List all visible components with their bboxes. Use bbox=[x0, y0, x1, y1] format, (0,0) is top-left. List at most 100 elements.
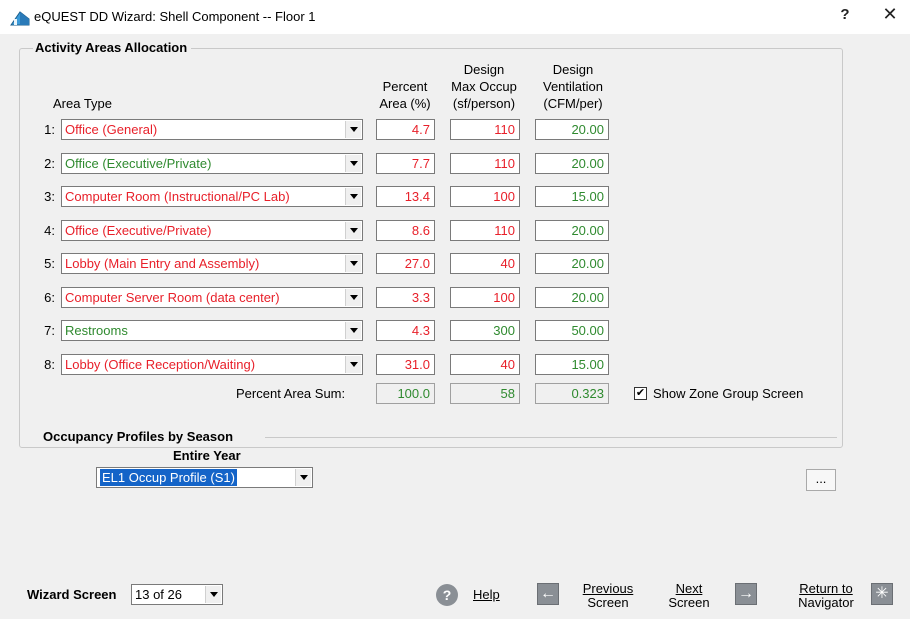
show-zone-checkbox[interactable]: ✔ bbox=[634, 387, 647, 400]
ventilation-input[interactable]: 15.00 bbox=[535, 186, 609, 207]
vent-header-line3: (CFM/per) bbox=[543, 96, 603, 111]
area-type-value: Computer Room (Instructional/PC Lab) bbox=[65, 189, 290, 204]
max-occup-input[interactable]: 40 bbox=[450, 253, 520, 274]
occupancy-group-label: Occupancy Profiles by Season bbox=[43, 429, 238, 444]
max-occup-input[interactable]: 110 bbox=[450, 220, 520, 241]
next-line2: Screen bbox=[668, 595, 710, 610]
title-bar: eQUEST DD Wizard: Shell Component -- Flo… bbox=[0, 0, 910, 34]
percent-area-input[interactable]: 3.3 bbox=[376, 287, 435, 308]
vent-header-line1: Design bbox=[552, 62, 594, 77]
chevron-down-icon[interactable] bbox=[345, 322, 361, 339]
percent-area-input[interactable]: 8.6 bbox=[376, 220, 435, 241]
percent-area-input[interactable]: 4.3 bbox=[376, 320, 435, 341]
area-type-select[interactable]: Office (General) bbox=[61, 119, 363, 140]
close-button[interactable]: ✕ bbox=[879, 4, 901, 25]
return-line1: Return to bbox=[799, 581, 853, 596]
sum-percent-field: 100.0 bbox=[376, 383, 435, 404]
sum-vent-field: 0.323 bbox=[535, 383, 609, 404]
area-type-value: Office (Executive/Private) bbox=[65, 156, 212, 171]
wizard-screen-select[interactable]: 13 of 26 bbox=[131, 584, 223, 605]
title-help-button[interactable]: ? bbox=[834, 6, 856, 23]
max-occup-input[interactable]: 100 bbox=[450, 287, 520, 308]
ventilation-input[interactable]: 15.00 bbox=[535, 354, 609, 375]
previous-screen-button[interactable]: Previous Screen bbox=[574, 582, 642, 610]
ventilation-input[interactable]: 20.00 bbox=[535, 119, 609, 140]
ventilation-header: Design Ventilation (CFM/per) bbox=[529, 61, 617, 112]
area-type-value: Office (Executive/Private) bbox=[65, 223, 212, 238]
area-type-value: Computer Server Room (data center) bbox=[65, 290, 280, 305]
previous-line2: Screen bbox=[587, 595, 629, 610]
area-type-select[interactable]: Computer Server Room (data center) bbox=[61, 287, 363, 308]
occupancy-profile-value: EL1 Occup Profile (S1) bbox=[100, 469, 237, 486]
next-line1: Next bbox=[675, 581, 703, 596]
show-zone-label: Show Zone Group Screen bbox=[653, 386, 804, 401]
area-type-select[interactable]: Office (Executive/Private) bbox=[61, 153, 363, 174]
row-number: 6: bbox=[44, 290, 55, 305]
area-type-value: Lobby (Office Reception/Waiting) bbox=[65, 357, 256, 372]
help-icon[interactable]: ? bbox=[436, 584, 458, 606]
percent-header-line1: Percent bbox=[382, 79, 428, 94]
area-type-select[interactable]: Lobby (Office Reception/Waiting) bbox=[61, 354, 363, 375]
chevron-down-icon[interactable] bbox=[345, 222, 361, 239]
percent-area-input[interactable]: 4.7 bbox=[376, 119, 435, 140]
help-button[interactable]: Help bbox=[473, 587, 500, 602]
next-screen-button[interactable]: Next Screen bbox=[668, 582, 710, 610]
ellipsis-button[interactable]: ... bbox=[806, 469, 836, 491]
occupancy-divider bbox=[265, 437, 837, 438]
arrow-left-icon[interactable]: ← bbox=[537, 583, 559, 605]
row-number: 7: bbox=[44, 323, 55, 338]
chevron-down-icon[interactable] bbox=[345, 356, 361, 373]
ventilation-input[interactable]: 20.00 bbox=[535, 220, 609, 241]
max-occup-input[interactable]: 100 bbox=[450, 186, 520, 207]
percent-area-input[interactable]: 27.0 bbox=[376, 253, 435, 274]
chevron-down-icon[interactable] bbox=[345, 188, 361, 205]
wizard-screen-label: Wizard Screen bbox=[27, 587, 117, 602]
wizard-screen-value: 13 of 26 bbox=[135, 587, 182, 602]
occupancy-profile-select[interactable]: EL1 Occup Profile (S1) bbox=[96, 467, 313, 488]
chevron-down-icon[interactable] bbox=[345, 289, 361, 306]
occup-header-line2: Max Occup bbox=[451, 79, 517, 94]
row-number: 1: bbox=[44, 122, 55, 137]
area-type-select[interactable]: Restrooms bbox=[61, 320, 363, 341]
row-number: 3: bbox=[44, 189, 55, 204]
max-occup-input[interactable]: 40 bbox=[450, 354, 520, 375]
occup-header-line1: Design bbox=[463, 62, 505, 77]
area-type-select[interactable]: Computer Room (Instructional/PC Lab) bbox=[61, 186, 363, 207]
ventilation-input[interactable]: 50.00 bbox=[535, 320, 609, 341]
percent-area-input[interactable]: 31.0 bbox=[376, 354, 435, 375]
ventilation-input[interactable]: 20.00 bbox=[535, 153, 609, 174]
percent-area-sum-label: Percent Area Sum: bbox=[236, 386, 346, 401]
row-number: 8: bbox=[44, 357, 55, 372]
chevron-down-icon[interactable] bbox=[205, 586, 221, 603]
navigator-icon[interactable]: ✳ bbox=[871, 583, 893, 605]
chevron-down-icon[interactable] bbox=[345, 255, 361, 272]
area-type-value: Office (General) bbox=[65, 122, 158, 137]
return-to-navigator-button[interactable]: Return to Navigator bbox=[790, 582, 862, 610]
help-label: Help bbox=[473, 587, 500, 602]
percent-area-header: Percent Area (%) bbox=[373, 78, 437, 112]
occup-header-line3: (sf/person) bbox=[452, 96, 516, 111]
percent-header-line2: Area (%) bbox=[379, 96, 431, 111]
max-occup-header: Design Max Occup (sf/person) bbox=[439, 61, 529, 112]
entire-year-label: Entire Year bbox=[173, 448, 241, 463]
percent-area-input[interactable]: 7.7 bbox=[376, 153, 435, 174]
vent-header-line2: Ventilation bbox=[543, 79, 603, 94]
max-occup-input[interactable]: 110 bbox=[450, 119, 520, 140]
area-type-value: Lobby (Main Entry and Assembly) bbox=[65, 256, 260, 271]
ventilation-input[interactable]: 20.00 bbox=[535, 287, 609, 308]
sum-occup-field: 58 bbox=[450, 383, 520, 404]
max-occup-input[interactable]: 110 bbox=[450, 153, 520, 174]
chevron-down-icon[interactable] bbox=[295, 469, 311, 486]
area-type-select[interactable]: Lobby (Main Entry and Assembly) bbox=[61, 253, 363, 274]
app-icon bbox=[10, 11, 30, 26]
bottom-bar: Wizard Screen 13 of 26 ? Help ← Previous… bbox=[0, 571, 910, 619]
chevron-down-icon[interactable] bbox=[345, 155, 361, 172]
chevron-down-icon[interactable] bbox=[345, 121, 361, 138]
arrow-right-icon[interactable]: → bbox=[735, 583, 757, 605]
activity-areas-group-label: Activity Areas Allocation bbox=[33, 40, 192, 55]
percent-area-input[interactable]: 13.4 bbox=[376, 186, 435, 207]
area-type-select[interactable]: Office (Executive/Private) bbox=[61, 220, 363, 241]
max-occup-input[interactable]: 300 bbox=[450, 320, 520, 341]
previous-line1: Previous bbox=[582, 581, 634, 596]
ventilation-input[interactable]: 20.00 bbox=[535, 253, 609, 274]
